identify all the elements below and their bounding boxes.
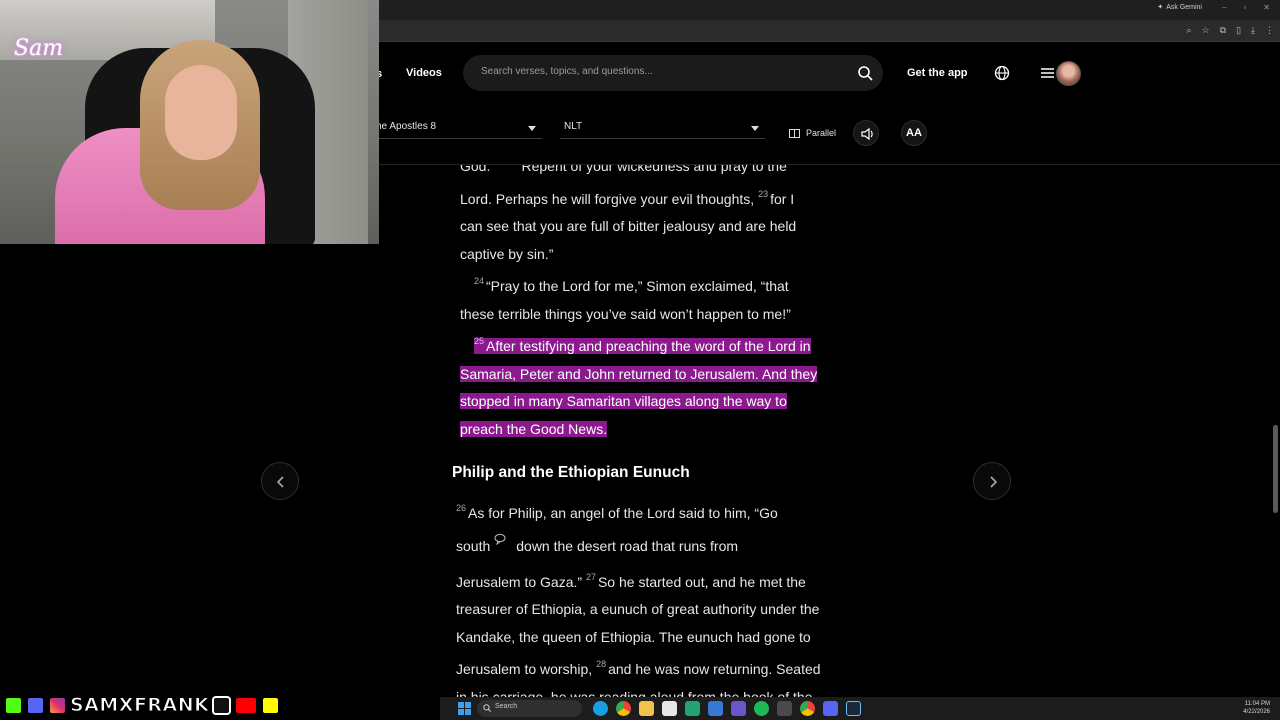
browser-toolbar-icons: ⌕ ☆ ⧉ ▯ ⤓ ⋮	[1187, 25, 1275, 36]
x-icon	[212, 695, 232, 715]
taskbar-date: 4/22/2026	[1243, 709, 1270, 715]
taskbar-apps	[593, 701, 861, 716]
sidebar-icon[interactable]: ▯	[1236, 25, 1241, 36]
user-avatar[interactable]	[1056, 61, 1081, 86]
verse-26[interactable]: 26 As for Philip, an angel of the Lord sa…	[456, 495, 821, 697]
bible-reader: God. Repent of your wickedness and pray …	[0, 165, 1280, 697]
version-label: NLT	[564, 121, 583, 132]
app-icon[interactable]	[685, 701, 700, 716]
version-selector[interactable]: NLT	[560, 117, 765, 139]
verse-number: 28	[596, 659, 607, 669]
bookmark-star-icon[interactable]: ☆	[1202, 25, 1210, 36]
audio-button[interactable]	[853, 120, 879, 146]
speaker-icon	[861, 127, 873, 141]
discord-icon	[26, 695, 45, 715]
steam-icon[interactable]	[846, 701, 861, 716]
os-taskbar: Search 11:04 PM 4/22/2026	[440, 697, 1280, 720]
windows-start-icon[interactable]	[458, 702, 471, 715]
webcam-overlay: Sam	[0, 0, 379, 244]
globe-icon[interactable]	[994, 65, 1010, 81]
book-chapter-label: he Apostles 8	[376, 121, 437, 132]
download-icon[interactable]: ⤓	[1251, 25, 1255, 36]
sparkle-icon: ✦	[1157, 4, 1164, 11]
font-settings-button[interactable]: AA	[901, 120, 927, 146]
page-scrollbar[interactable]	[1273, 425, 1278, 513]
chevron-right-icon	[990, 476, 998, 488]
search-input[interactable]: Search verses, topics, and questions...	[481, 66, 653, 77]
verse-number: 26	[456, 503, 467, 513]
chevron-down-icon	[528, 126, 536, 131]
social-banner: SAMXFRANK	[4, 694, 281, 716]
close-button[interactable]: ✕	[1263, 3, 1270, 12]
browser-menu-icon[interactable]: ⋮	[1265, 25, 1274, 36]
nav-link-videos[interactable]: Videos	[406, 67, 442, 79]
kick-icon	[4, 695, 23, 715]
store-icon[interactable]	[662, 701, 677, 716]
verse-number: 27	[585, 571, 596, 582]
footnote-icon[interactable]	[494, 533, 506, 545]
discord-icon[interactable]	[823, 701, 838, 716]
next-chapter-button[interactable]	[973, 462, 1011, 500]
chevron-left-icon	[276, 476, 284, 488]
chevron-down-icon	[751, 126, 759, 131]
verse-24[interactable]: 24 “Pray to the Lord for me,” Simon excla…	[456, 268, 821, 328]
spotify-icon[interactable]	[754, 701, 769, 716]
youtube-icon	[234, 695, 259, 715]
verse-number: 25	[474, 336, 485, 346]
edge-icon[interactable]	[593, 701, 608, 716]
verse-22-23[interactable]: Lord. Perhaps he will forgive your evil …	[456, 181, 821, 269]
get-app-link[interactable]: Get the app	[907, 67, 968, 79]
chrome-icon[interactable]	[800, 701, 815, 716]
taskbar-clock[interactable]: 11:04 PM 4/22/2026	[1243, 700, 1270, 716]
window-controls: – ▫ ✕	[1222, 3, 1270, 12]
webcam-streamer-face	[165, 65, 237, 160]
streamer-logo: Sam	[14, 36, 64, 61]
taskbar-time: 11:04 PM	[1244, 701, 1270, 707]
app-icon[interactable]	[731, 701, 746, 716]
verse-22-top: God. Repent of your wickedness and pray …	[460, 165, 787, 174]
verse-25-highlighted[interactable]: 25 After testifying and preaching the wor…	[456, 328, 821, 443]
parallel-button[interactable]: Parallel	[789, 128, 836, 138]
section-heading: Philip and the Ethiopian Eunuch	[452, 464, 690, 481]
ask-gemini-button[interactable]: ✦ Ask Gemini	[1157, 3, 1202, 12]
minimize-button[interactable]: –	[1222, 3, 1226, 12]
maximize-button[interactable]: ▫	[1243, 3, 1246, 12]
screen: ✦ Ask Gemini – ▫ ✕ ⌕ ☆ ⧉ ▯ ⤓ ⋮ s Videos …	[0, 0, 1280, 720]
zoom-icon[interactable]: ⌕	[1187, 25, 1192, 36]
book-chapter-selector[interactable]: he Apostles 8	[372, 117, 542, 139]
search-icon	[483, 704, 491, 712]
search-icon[interactable]	[857, 65, 873, 81]
chrome-icon[interactable]	[616, 701, 631, 716]
taskbar-search[interactable]: Search	[477, 700, 582, 717]
instagram-icon	[48, 695, 67, 715]
app-icon[interactable]	[777, 701, 792, 716]
parallel-columns-icon	[789, 128, 800, 138]
verse-number: 24	[474, 276, 485, 286]
hamburger-menu-icon[interactable]	[1041, 65, 1054, 81]
file-explorer-icon[interactable]	[639, 701, 654, 716]
taskbar-search-label: Search	[495, 703, 518, 710]
extensions-icon[interactable]: ⧉	[1220, 25, 1226, 36]
social-handle: SAMXFRANK	[69, 694, 210, 716]
verse-number: 23	[758, 188, 769, 199]
search-bar[interactable]: Search verses, topics, and questions...	[463, 55, 883, 91]
previous-chapter-button[interactable]	[261, 462, 299, 500]
app-icon[interactable]	[708, 701, 723, 716]
snapchat-icon	[261, 695, 281, 715]
chapter-text: God. Repent of your wickedness and pray …	[452, 165, 821, 697]
ask-gemini-label: Ask Gemini	[1166, 3, 1202, 11]
parallel-label: Parallel	[806, 128, 837, 138]
